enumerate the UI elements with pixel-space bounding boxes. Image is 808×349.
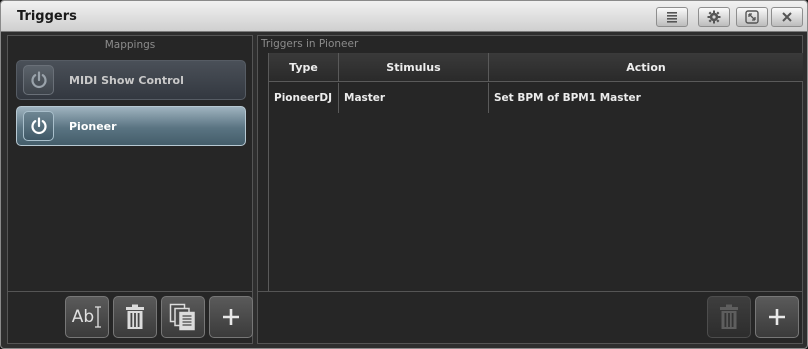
cell-stimulus: Master xyxy=(339,83,489,113)
table-header: Type Stimulus Action xyxy=(269,53,803,82)
triggers-header: Triggers in Pioneer xyxy=(261,38,359,50)
mapping-label: Pioneer xyxy=(69,120,117,133)
mappings-panel: Mappings MIDI Show Control Pioneer Ab xyxy=(7,35,253,344)
gear-icon xyxy=(707,10,721,24)
delete-trigger-button[interactable] xyxy=(707,296,751,338)
trash-icon xyxy=(126,304,144,329)
table-row[interactable]: PioneerDJ Master Set BPM of BPM1 Master xyxy=(269,83,803,113)
power-toggle[interactable] xyxy=(23,65,54,95)
text-cursor-icon xyxy=(95,306,102,328)
power-icon xyxy=(30,71,47,89)
cell-type: PioneerDJ xyxy=(269,83,339,113)
add-mapping-button[interactable] xyxy=(209,296,253,338)
settings-button[interactable] xyxy=(698,7,730,27)
rename-button[interactable]: Ab xyxy=(65,296,109,338)
title-bar: Triggers xyxy=(1,1,807,32)
menu-icon xyxy=(667,12,677,23)
close-icon xyxy=(782,12,792,22)
plus-icon xyxy=(769,309,785,325)
menu-button[interactable] xyxy=(656,7,688,27)
mappings-toolbar: Ab xyxy=(8,291,253,343)
mappings-header: Mappings xyxy=(104,39,156,51)
copy-icon xyxy=(169,303,195,331)
window-title: Triggers xyxy=(17,9,77,24)
column-header-stimulus[interactable]: Stimulus xyxy=(339,53,489,82)
power-icon xyxy=(30,117,47,135)
triggers-toolbar xyxy=(258,291,802,343)
mapping-label: MIDI Show Control xyxy=(69,74,184,87)
triggers-table: Type Stimulus Action PioneerDJ Master Se… xyxy=(268,53,803,293)
rename-label: Ab xyxy=(71,307,95,327)
mapping-item-pioneer[interactable]: Pioneer xyxy=(16,106,246,146)
column-header-type[interactable]: Type xyxy=(269,53,339,82)
copy-mapping-button[interactable] xyxy=(161,296,205,338)
column-header-action[interactable]: Action xyxy=(489,53,803,82)
triggers-window: Triggers Mappings MIDI Show Control Pion… xyxy=(0,0,808,349)
power-toggle[interactable] xyxy=(23,111,54,141)
cell-action: Set BPM of BPM1 Master xyxy=(494,92,641,104)
close-button[interactable] xyxy=(771,7,803,27)
triggers-panel: Triggers in Pioneer Type Stimulus Action… xyxy=(257,35,803,344)
delete-mapping-button[interactable] xyxy=(113,296,157,338)
fullscreen-button[interactable] xyxy=(736,7,768,27)
mapping-item-midi-show-control[interactable]: MIDI Show Control xyxy=(16,60,246,100)
mappings-list: MIDI Show Control Pioneer xyxy=(16,60,246,152)
add-trigger-button[interactable] xyxy=(755,296,799,338)
plus-icon xyxy=(223,309,239,325)
fullscreen-icon xyxy=(745,10,759,24)
trash-icon xyxy=(720,304,738,329)
